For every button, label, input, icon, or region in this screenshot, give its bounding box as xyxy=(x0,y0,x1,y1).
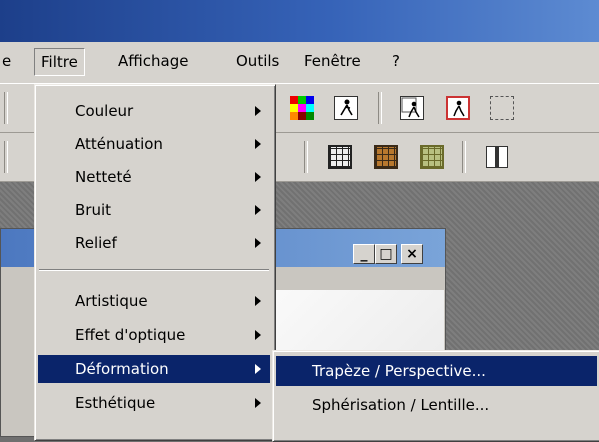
figure-frame-icon[interactable] xyxy=(446,96,470,120)
menu-item-label: Atténuation xyxy=(75,135,163,153)
split-icon[interactable] xyxy=(486,146,508,168)
menu-edition-partial[interactable]: e xyxy=(0,48,17,74)
toolbar-separator xyxy=(304,141,308,173)
figure-copy-icon[interactable] xyxy=(400,96,424,120)
menu-affichage[interactable]: Affichage xyxy=(112,48,194,74)
menu-item-deformation[interactable]: Déformation xyxy=(38,355,270,383)
menu-item-label: Esthétique xyxy=(75,394,156,412)
app-title-bar xyxy=(0,0,599,42)
toolbar-separator xyxy=(4,92,8,124)
menu-item-label: Relief xyxy=(75,234,117,252)
menu-item-couleur[interactable]: Couleur xyxy=(38,97,270,125)
submenu-arrow-icon xyxy=(255,139,261,149)
figure-icon[interactable] xyxy=(334,96,358,120)
menu-item-effet-optique[interactable]: Effet d'optique xyxy=(38,321,270,349)
submenu-arrow-icon xyxy=(255,398,261,408)
selection-icon[interactable] xyxy=(490,96,514,120)
grid-icon[interactable] xyxy=(328,145,352,169)
filtre-dropdown-menu: Couleur Atténuation Netteté Bruit Relief… xyxy=(34,84,276,441)
menu-item-bruit[interactable]: Bruit xyxy=(38,196,270,224)
close-button[interactable]: × xyxy=(401,244,423,264)
menu-filtre[interactable]: Filtre xyxy=(34,48,85,76)
grid-brown-icon[interactable] xyxy=(374,145,398,169)
menu-item-relief[interactable]: Relief xyxy=(38,229,270,257)
submenu-arrow-icon xyxy=(255,330,261,340)
submenu-arrow-icon xyxy=(255,238,261,248)
submenu-arrow-icon xyxy=(255,364,261,374)
toolbar-separator xyxy=(378,92,382,124)
toolbar-separator xyxy=(4,141,8,173)
menu-fenetre[interactable]: Fenêtre xyxy=(298,48,367,74)
menu-item-label: Couleur xyxy=(75,102,134,120)
color-palette-icon[interactable] xyxy=(290,96,314,120)
grid-olive-icon[interactable] xyxy=(420,145,444,169)
menu-item-nettete[interactable]: Netteté xyxy=(38,163,270,191)
menu-item-attenuation[interactable]: Atténuation xyxy=(38,130,270,158)
menu-item-label: Netteté xyxy=(75,168,132,186)
submenu-item-trapeze-perspective[interactable]: Trapèze / Perspective... xyxy=(276,356,597,386)
menu-item-artistique[interactable]: Artistique xyxy=(38,287,270,315)
menu-item-esthetique[interactable]: Esthétique xyxy=(38,389,270,417)
submenu-arrow-icon xyxy=(255,106,261,116)
menu-item-label: Déformation xyxy=(75,360,169,378)
submenu-arrow-icon xyxy=(255,205,261,215)
submenu-arrow-icon xyxy=(255,172,261,182)
submenu-item-label: Sphérisation / Lentille... xyxy=(312,396,490,414)
menu-help[interactable]: ? xyxy=(386,48,406,74)
deformation-submenu: Trapèze / Perspective... Sphérisation / … xyxy=(272,350,599,442)
menu-bar: e Filtre Affichage Outils Fenêtre ? xyxy=(0,42,599,84)
menu-outils[interactable]: Outils xyxy=(230,48,285,74)
minimize-button[interactable]: _ xyxy=(353,244,375,264)
submenu-item-label: Trapèze / Perspective... xyxy=(312,362,486,380)
submenu-arrow-icon xyxy=(255,296,261,306)
submenu-item-spherisation-lentille[interactable]: Sphérisation / Lentille... xyxy=(276,390,597,420)
menu-separator xyxy=(39,269,269,271)
toolbar-separator xyxy=(462,141,466,173)
maximize-button[interactable]: □ xyxy=(375,244,397,264)
menu-item-label: Artistique xyxy=(75,292,148,310)
menu-item-label: Effet d'optique xyxy=(75,326,186,344)
menu-item-label: Bruit xyxy=(75,201,112,219)
